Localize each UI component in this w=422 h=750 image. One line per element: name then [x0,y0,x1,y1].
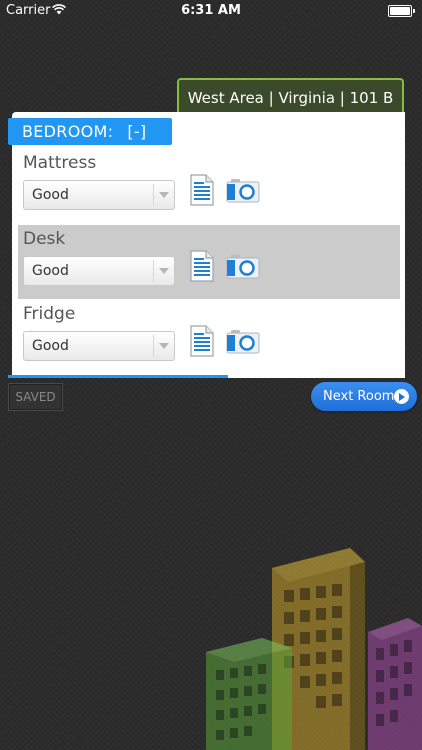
condition-select[interactable]: Good [23,180,175,210]
notes-document-icon[interactable] [190,325,214,357]
chevron-down-icon [159,192,169,198]
notes-document-icon[interactable] [190,174,214,206]
room-header[interactable]: BEDROOM: [-] [8,118,172,145]
condition-value: Good [32,338,69,354]
item-label: Fridge [23,304,76,324]
progress-indicator [8,375,228,378]
camera-icon[interactable] [226,255,260,279]
camera-icon[interactable] [226,179,260,203]
chevron-down-icon [159,343,169,349]
room-name: BEDROOM: [22,122,114,141]
collapse-toggle[interactable]: [-] [127,122,146,141]
next-room-button[interactable]: Next Room [311,382,417,411]
status-bar: Carrier 6:31 AM [0,0,422,22]
list-item: Desk Good [18,225,400,299]
condition-select[interactable]: Good [23,256,175,286]
location-tab: West Area | Virginia | 101 B [177,78,404,114]
condition-value: Good [32,263,69,279]
arrow-right-icon [394,389,409,404]
status-time: 6:31 AM [181,3,241,18]
camera-icon[interactable] [226,330,260,354]
notes-document-icon[interactable] [190,250,214,282]
item-label: Desk [23,229,66,249]
chevron-down-icon [159,268,169,274]
battery-icon [388,5,415,17]
next-room-label: Next Room [323,389,395,404]
list-item: Fridge Good [18,300,400,374]
buildings-illustration [206,548,422,750]
condition-select[interactable]: Good [23,331,175,361]
list-item: Mattress Good [18,149,400,223]
saved-button[interactable]: SAVED [8,383,63,411]
condition-value: Good [32,187,69,203]
item-label: Mattress [23,153,97,173]
